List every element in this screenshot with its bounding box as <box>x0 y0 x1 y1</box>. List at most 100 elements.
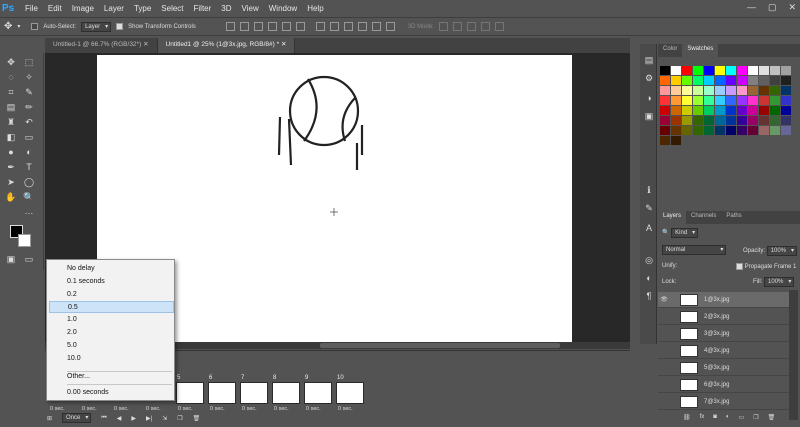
menu-file[interactable]: File <box>20 4 43 13</box>
color-swatch[interactable] <box>715 86 725 95</box>
color-swatch[interactable] <box>660 126 670 135</box>
color-swatch[interactable] <box>770 126 780 135</box>
color-swatch[interactable] <box>781 76 791 85</box>
menu-help[interactable]: Help <box>302 4 328 13</box>
align-bottom-icon[interactable] <box>253 22 263 31</box>
frame-thumbnail[interactable] <box>240 382 268 404</box>
color-swatch[interactable] <box>737 76 747 85</box>
color-swatch[interactable] <box>693 66 703 75</box>
more-tools-icon[interactable]: … <box>22 205 36 218</box>
kind-dropdown[interactable]: Kind <box>671 228 699 238</box>
color-swatch[interactable] <box>715 126 725 135</box>
tab-color[interactable]: Color <box>658 44 682 57</box>
layer-row[interactable]: 4@3x.jpg <box>658 343 790 359</box>
distribute-vcenter-icon[interactable] <box>329 22 339 31</box>
move-tool-icon[interactable]: ✥ <box>4 56 18 69</box>
frame-delay[interactable]: 0 sec. <box>178 406 193 412</box>
color-swatch[interactable] <box>715 116 725 125</box>
color-swatch[interactable] <box>759 116 769 125</box>
color-swatch[interactable] <box>737 106 747 115</box>
color-swatch[interactable] <box>682 116 692 125</box>
distribute-left-icon[interactable] <box>357 22 367 31</box>
color-swatch[interactable] <box>759 106 769 115</box>
layer-row[interactable]: 7@3x.jpg <box>658 394 790 410</box>
opacity-control[interactable]: Opacity: 100% <box>743 246 798 256</box>
auto-select-checkbox[interactable] <box>31 23 39 30</box>
color-swatch[interactable] <box>715 106 725 115</box>
brush-icon[interactable]: ✏ <box>22 101 36 114</box>
maximize-icon[interactable]: ▢ <box>768 2 777 13</box>
tab-untitled1[interactable]: Untitled1 @ 25% (1@3x.jpg, RGB/8#) * ✕ <box>157 38 296 53</box>
hand-icon[interactable]: ✋ <box>4 191 18 204</box>
tab-paths[interactable]: Paths <box>721 211 746 224</box>
color-swatch[interactable] <box>715 76 725 85</box>
frame-thumbnail[interactable] <box>208 382 236 404</box>
properties-panel-icon[interactable]: ⚙ <box>642 72 656 85</box>
adjustments-panel-icon[interactable]: ◑ <box>642 92 656 105</box>
menu-item-delay[interactable]: 2.0 <box>49 327 174 339</box>
menu-layer[interactable]: Layer <box>99 4 129 13</box>
color-swatch[interactable] <box>737 116 747 125</box>
color-swatch[interactable] <box>660 106 670 115</box>
layer-kind-filter[interactable]: 🔍 Kind <box>662 228 699 238</box>
info-panel-icon[interactable]: ℹ <box>642 184 656 197</box>
eyedropper-icon[interactable]: ✎ <box>22 86 36 99</box>
align-left-icon[interactable] <box>267 22 277 31</box>
tab-untitled-1[interactable]: Untitled-1 @ 66.7% (RGB/32*) ✕ <box>45 38 158 53</box>
color-swatch[interactable] <box>759 66 769 75</box>
color-swatch[interactable] <box>759 76 769 85</box>
blur-icon[interactable]: ● <box>4 146 18 159</box>
3d-pan-icon[interactable] <box>466 22 476 31</box>
color-swatch[interactable] <box>726 116 736 125</box>
color-swatch[interactable] <box>781 86 791 95</box>
color-swatch[interactable] <box>693 106 703 115</box>
color-swatch[interactable] <box>781 126 791 135</box>
menu-filter[interactable]: Filter <box>189 4 217 13</box>
first-frame-icon[interactable]: ⏮ <box>101 415 106 422</box>
show-transform-checkbox[interactable] <box>116 23 124 30</box>
background-color-swatch[interactable] <box>18 234 31 247</box>
new-layer-icon[interactable]: ❐ <box>753 414 758 421</box>
opacity-value[interactable]: 100% <box>766 246 798 256</box>
menu-image[interactable]: Image <box>67 4 99 13</box>
paragraph-panel-icon[interactable]: ¶ <box>642 290 656 303</box>
visibility-eye-icon[interactable]: 👁 <box>658 296 670 303</box>
color-swatch[interactable] <box>704 126 714 135</box>
tool-preset-chevron-icon[interactable]: ▾ <box>17 23 20 30</box>
character-panel-icon[interactable]: A <box>642 222 656 235</box>
color-swatch[interactable] <box>693 116 703 125</box>
color-swatch[interactable] <box>660 66 670 75</box>
frame-delay[interactable]: 0 sec. <box>82 406 97 412</box>
artboard-tool-icon[interactable]: ⬚ <box>22 56 36 69</box>
tween-icon[interactable]: ⇲ <box>162 415 167 422</box>
crop-icon[interactable]: ⌗ <box>4 86 18 99</box>
frame-delay[interactable]: 0 sec. <box>210 406 225 412</box>
color-swatch[interactable] <box>737 96 747 105</box>
color-swatch[interactable] <box>748 86 758 95</box>
color-swatch[interactable] <box>671 126 681 135</box>
auto-select-dropdown[interactable]: Layer <box>81 21 112 32</box>
timeline-frame[interactable]: 6 0 sec. <box>207 375 238 423</box>
color-swatch[interactable] <box>682 76 692 85</box>
timeline-frame[interactable]: 10 0 sec. <box>335 375 366 423</box>
tab-swatches[interactable]: Swatches <box>682 44 719 57</box>
dodge-icon[interactable]: ◐ <box>22 146 36 159</box>
color-swatch[interactable] <box>759 86 769 95</box>
path-selection-icon[interactable]: ➤ <box>4 176 18 189</box>
brush-panel-icon[interactable]: ✎ <box>642 202 656 215</box>
color-swatch[interactable] <box>781 96 791 105</box>
frame-delay[interactable]: 0 sec. <box>274 406 289 412</box>
move-tool-icon[interactable]: ✥ <box>4 21 12 32</box>
color-swatch[interactable] <box>748 96 758 105</box>
pen-icon[interactable]: ✒ <box>4 161 18 174</box>
tab-close-icon[interactable]: ✕ <box>281 41 286 48</box>
history-panel-icon[interactable]: ▤ <box>642 54 656 67</box>
link-layers-icon[interactable]: ⛓ <box>683 414 691 421</box>
fill-value[interactable]: 100% <box>764 277 795 287</box>
color-swatch[interactable] <box>770 76 780 85</box>
type-icon[interactable]: T <box>22 161 36 174</box>
screen-mode-icon[interactable]: ▭ <box>22 253 36 266</box>
gradient-icon[interactable]: ▭ <box>22 131 36 144</box>
color-swatch[interactable] <box>726 76 736 85</box>
loop-dropdown[interactable]: Once <box>62 413 92 423</box>
